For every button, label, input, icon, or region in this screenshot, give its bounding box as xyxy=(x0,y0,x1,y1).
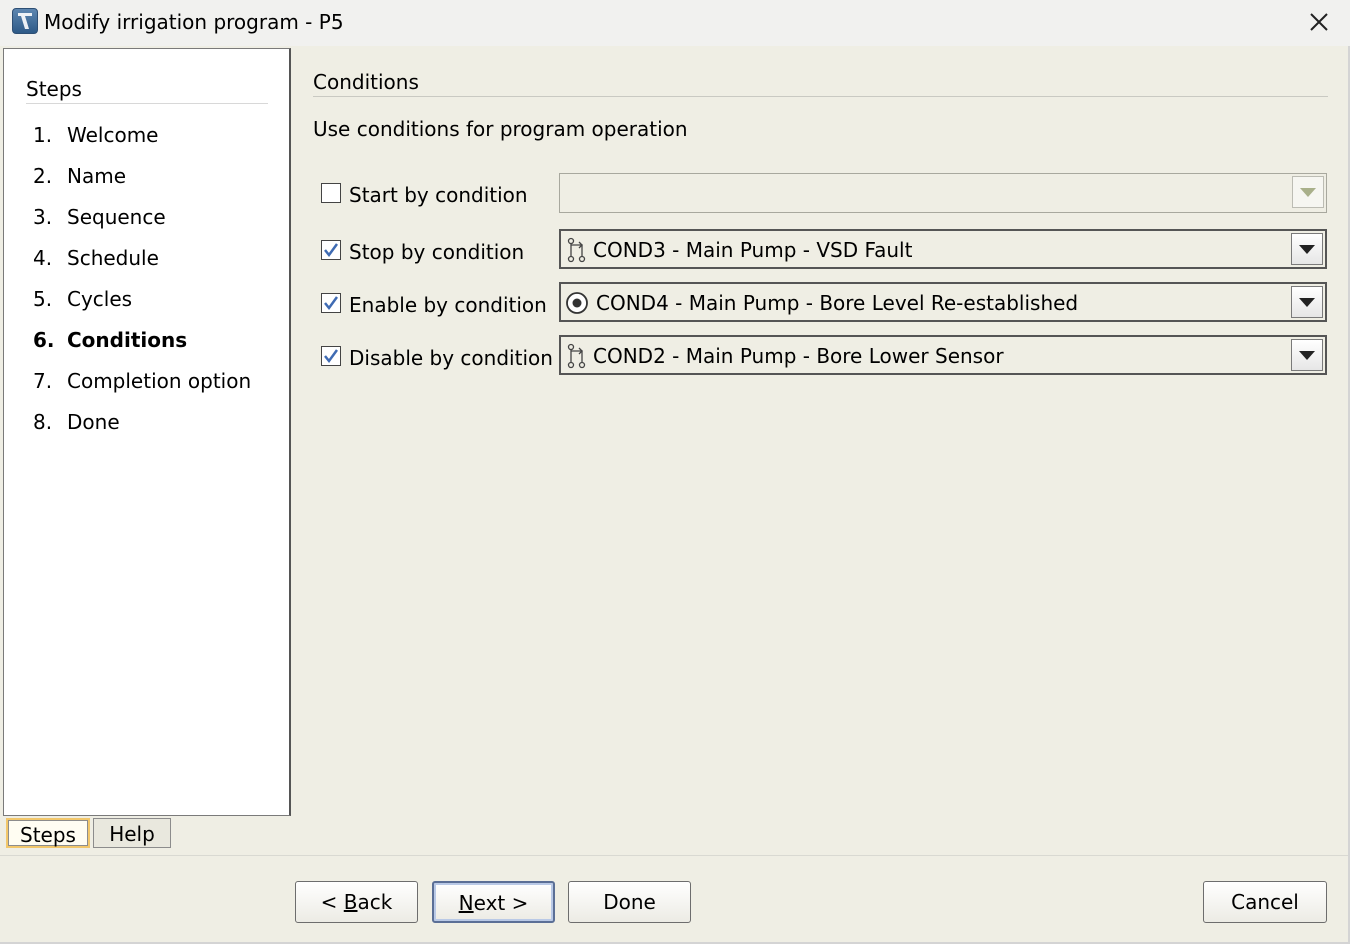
app-logo-icon xyxy=(12,8,38,34)
enable-by-condition-label: Enable by condition xyxy=(349,293,547,317)
section-divider xyxy=(313,96,1328,97)
disable-condition-value: COND2 - Main Pump - Bore Lower Sensor xyxy=(593,344,1004,368)
section-description: Use conditions for program operation xyxy=(313,117,688,141)
dialog-body: Steps 1. Welcome 2. Name 3. Sequence 4. … xyxy=(0,46,1350,944)
tab-help[interactable]: Help xyxy=(93,818,171,848)
step-cycles: 5. Cycles xyxy=(33,287,132,311)
back-mnemonic: B xyxy=(343,890,358,914)
window-title: Modify irrigation program - P5 xyxy=(44,10,344,34)
footer-divider xyxy=(0,855,1348,856)
step-label: Schedule xyxy=(67,246,159,270)
cancel-button[interactable]: Cancel xyxy=(1203,881,1327,923)
stop-by-condition-checkbox[interactable] xyxy=(321,240,341,260)
enable-by-condition-checkbox[interactable] xyxy=(321,293,341,313)
step-schedule: 4. Schedule xyxy=(33,246,159,270)
section-title: Conditions xyxy=(313,70,419,94)
step-number: 5. xyxy=(33,287,53,311)
start-by-condition-label: Start by condition xyxy=(349,183,528,207)
enable-condition-value: COND4 - Main Pump - Bore Level Re-establ… xyxy=(596,291,1079,315)
disable-condition-dropdown[interactable]: COND2 - Main Pump - Bore Lower Sensor xyxy=(559,335,1327,375)
step-number: 8. xyxy=(33,410,53,434)
branch-icon xyxy=(565,343,589,369)
back-rest: ack xyxy=(357,890,393,914)
step-label: Name xyxy=(67,164,127,188)
stop-by-condition-label: Stop by condition xyxy=(349,240,525,264)
stop-condition-value: COND3 - Main Pump - VSD Fault xyxy=(593,238,913,262)
step-number: 2. xyxy=(33,164,53,188)
back-prefix: < xyxy=(320,890,344,914)
tab-steps[interactable]: Steps xyxy=(6,818,90,848)
step-label: Completion option xyxy=(67,369,252,393)
step-number: 1. xyxy=(33,123,53,147)
next-button[interactable]: Next > xyxy=(432,881,555,923)
step-label: Done xyxy=(67,410,120,434)
step-label: Sequence xyxy=(67,205,166,229)
disable-by-condition-label: Disable by condition xyxy=(349,346,553,370)
step-number: 3. xyxy=(33,205,53,229)
steps-header: Steps xyxy=(26,77,82,101)
step-label: Welcome xyxy=(67,123,159,147)
chevron-down-icon[interactable] xyxy=(1291,233,1323,265)
step-name: 2. Name xyxy=(33,164,126,188)
steps-divider xyxy=(26,103,268,104)
close-icon[interactable] xyxy=(1302,6,1336,40)
title-bar: Modify irrigation program - P5 xyxy=(0,0,1350,46)
step-number: 6. xyxy=(33,328,55,352)
back-button[interactable]: < Back xyxy=(295,881,418,923)
step-sequence: 3. Sequence xyxy=(33,205,166,229)
enable-condition-dropdown[interactable]: COND4 - Main Pump - Bore Level Re-establ… xyxy=(559,282,1327,322)
next-mnemonic: N xyxy=(458,891,474,915)
start-condition-dropdown[interactable] xyxy=(559,173,1327,213)
stop-condition-dropdown[interactable]: COND3 - Main Pump - VSD Fault xyxy=(559,229,1327,269)
steps-panel: Steps 1. Welcome 2. Name 3. Sequence 4. … xyxy=(3,48,291,816)
step-label: Cycles xyxy=(67,287,133,311)
chevron-down-icon[interactable] xyxy=(1292,176,1324,208)
step-number: 4. xyxy=(33,246,53,270)
chevron-down-icon[interactable] xyxy=(1291,286,1323,318)
step-conditions: 6. Conditions xyxy=(33,328,187,352)
step-label: Conditions xyxy=(67,328,188,352)
step-number: 7. xyxy=(33,369,53,393)
start-by-condition-checkbox[interactable] xyxy=(321,183,341,203)
step-done: 8. Done xyxy=(33,410,120,434)
radio-target-icon xyxy=(565,290,589,316)
branch-icon xyxy=(565,237,589,263)
chevron-down-icon[interactable] xyxy=(1291,339,1323,371)
disable-by-condition-checkbox[interactable] xyxy=(321,346,341,366)
step-welcome: 1. Welcome xyxy=(33,123,158,147)
step-completion-option: 7. Completion option xyxy=(33,369,251,393)
done-button[interactable]: Done xyxy=(568,881,691,923)
next-rest: ext > xyxy=(473,891,529,915)
